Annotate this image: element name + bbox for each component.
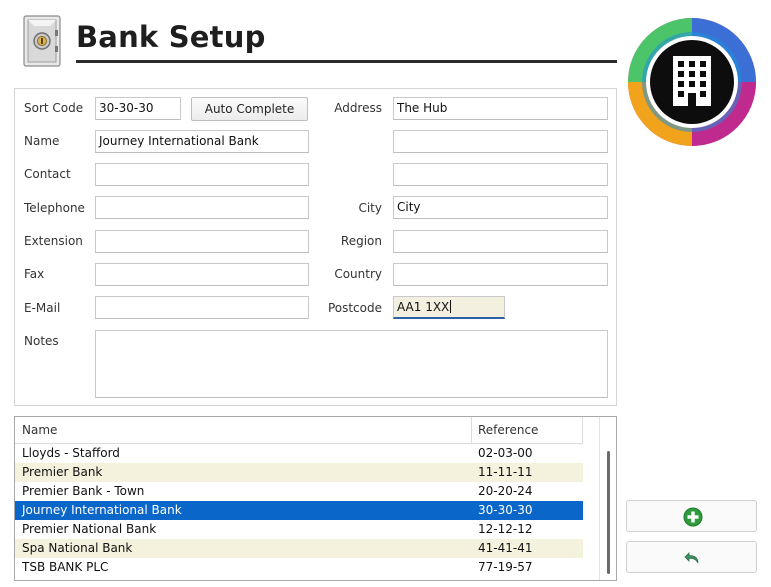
- bank-list[interactable]: Name Reference Lloyds - Stafford 02-03-0…: [14, 416, 617, 581]
- city-field[interactable]: City: [393, 196, 608, 219]
- country-label: Country: [334, 267, 382, 281]
- city-label: City: [358, 201, 382, 215]
- address-line1-field[interactable]: The Hub: [393, 97, 608, 120]
- row-name: TSB BANK PLC: [22, 560, 109, 574]
- table-row[interactable]: Lloyds - Stafford 02-03-00: [15, 444, 583, 463]
- table-row[interactable]: Premier Bank - Town 20-20-24: [15, 482, 583, 501]
- page-title: Bank Setup: [76, 20, 266, 54]
- sort-code-label: Sort Code: [24, 101, 84, 115]
- postcode-field[interactable]: AA1 1XX: [393, 296, 505, 319]
- telephone-label: Telephone: [24, 201, 85, 215]
- add-icon: [683, 507, 703, 527]
- region-label: Region: [340, 234, 382, 248]
- postcode-label: Postcode: [327, 301, 382, 315]
- undo-icon: [683, 548, 703, 568]
- column-header-name[interactable]: Name: [22, 423, 57, 437]
- postcode-value: AA1 1XX: [397, 300, 450, 314]
- safe-icon: [20, 14, 64, 68]
- row-reference: 77-19-57: [478, 560, 533, 574]
- extension-label: Extension: [24, 234, 83, 248]
- row-reference: 20-20-24: [478, 484, 533, 498]
- row-reference: 02-03-00: [478, 446, 533, 460]
- address-line3-field[interactable]: [393, 163, 608, 186]
- address-line2-field[interactable]: [393, 130, 608, 153]
- list-header: Name Reference: [15, 417, 583, 444]
- extension-field[interactable]: [95, 230, 309, 253]
- table-row-selected[interactable]: Journey International Bank 30-30-30: [15, 501, 583, 520]
- row-reference: 12-12-12: [478, 522, 533, 536]
- notes-field[interactable]: [95, 330, 608, 398]
- column-header-reference[interactable]: Reference: [471, 417, 583, 444]
- row-name: Lloyds - Stafford: [22, 446, 120, 460]
- table-row[interactable]: Premier National Bank 12-12-12: [15, 520, 583, 539]
- row-reference: 30-30-30: [478, 503, 533, 517]
- text-cursor: [450, 300, 452, 313]
- name-label: Name: [24, 134, 60, 148]
- row-reference: 41-41-41: [478, 541, 533, 555]
- table-row[interactable]: TSB BANK PLC 77-19-57: [15, 558, 583, 577]
- row-reference: 11-11-11: [478, 465, 533, 479]
- contact-field[interactable]: [95, 163, 309, 186]
- fax-field[interactable]: [95, 263, 309, 286]
- address-label: Address: [334, 101, 382, 115]
- undo-button[interactable]: [626, 541, 757, 573]
- row-name: Premier Bank - Town: [22, 484, 145, 498]
- list-scrollbar[interactable]: [599, 417, 616, 580]
- fax-label: Fax: [24, 267, 45, 281]
- row-name: Journey International Bank: [22, 503, 182, 517]
- region-field[interactable]: [393, 230, 608, 253]
- row-name: Spa National Bank: [22, 541, 133, 555]
- auto-complete-button[interactable]: Auto Complete: [191, 97, 308, 121]
- table-row[interactable]: Spa National Bank 41-41-41: [15, 539, 583, 558]
- country-field[interactable]: [393, 263, 608, 286]
- sort-code-field[interactable]: 30-30-30: [95, 97, 181, 120]
- building-icon: [624, 14, 760, 150]
- notes-label: Notes: [24, 334, 59, 348]
- scrollbar-thumb[interactable]: [607, 451, 610, 574]
- row-name: Premier National Bank: [22, 522, 157, 536]
- add-button[interactable]: [626, 500, 757, 532]
- table-row[interactable]: Premier Bank 11-11-11: [15, 463, 583, 482]
- telephone-field[interactable]: [95, 196, 309, 219]
- email-field[interactable]: [95, 296, 309, 319]
- row-name: Premier Bank: [22, 465, 103, 479]
- email-label: E-Mail: [24, 301, 61, 315]
- name-field[interactable]: Journey International Bank: [95, 130, 309, 153]
- title-divider: [76, 60, 617, 63]
- contact-label: Contact: [24, 167, 71, 181]
